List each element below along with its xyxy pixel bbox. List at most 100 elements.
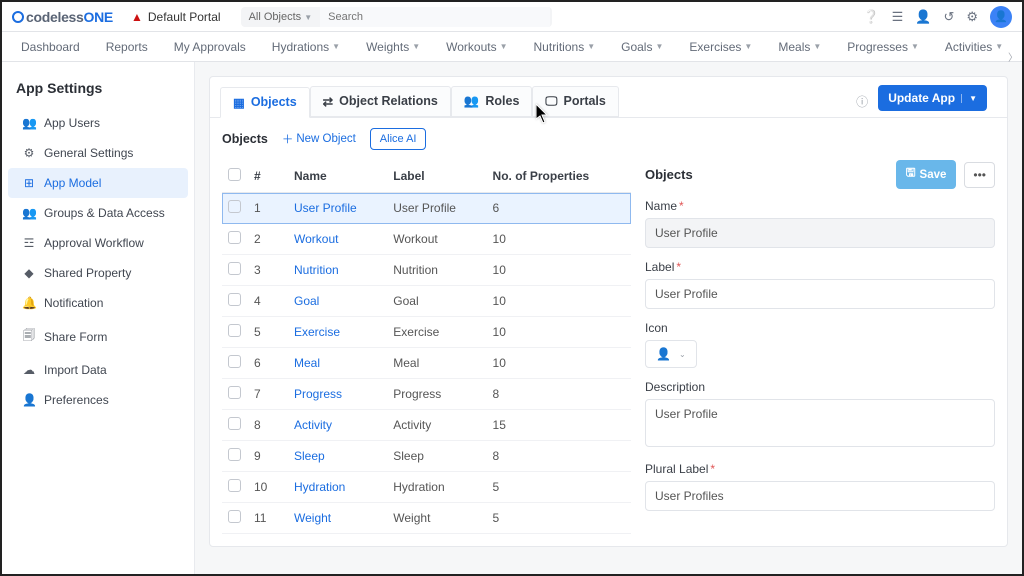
sidebar-item-notification[interactable]: 🔔Notification — [8, 288, 188, 318]
row-number: 3 — [248, 255, 288, 286]
col-number[interactable]: # — [248, 160, 288, 193]
objects-subtitle: Objects — [222, 132, 268, 146]
detail-title: Objects — [645, 167, 693, 182]
col-label[interactable]: Label — [387, 160, 486, 193]
menu-progresses[interactable]: Progresses ▼ — [834, 40, 932, 54]
sidebar-icon: ☁ — [22, 363, 36, 377]
menu-activities[interactable]: Activities ▼ — [932, 40, 1016, 54]
sidebar-item-import-data[interactable]: ☁Import Data — [8, 355, 188, 385]
name-field[interactable] — [645, 218, 995, 248]
row-checkbox[interactable] — [228, 293, 241, 306]
table-row[interactable]: 7ProgressProgress8 — [222, 379, 631, 410]
row-name-link[interactable]: Weight — [288, 503, 387, 534]
tab-object-relations[interactable]: ⇄Object Relations — [310, 86, 451, 117]
search-input[interactable] — [320, 7, 550, 27]
row-checkbox[interactable] — [228, 417, 241, 430]
sidebar-item-shared-property[interactable]: ◆Shared Property — [8, 258, 188, 288]
row-checkbox[interactable] — [228, 355, 241, 368]
sidebar-item-groups-data-access[interactable]: 👥Groups & Data Access — [8, 198, 188, 228]
table-row[interactable]: 9SleepSleep8 — [222, 441, 631, 472]
menu-weights[interactable]: Weights ▼ — [353, 40, 433, 54]
sidebar-icon: ◆ — [22, 266, 36, 280]
row-name-link[interactable]: Exercise — [288, 317, 387, 348]
table-row[interactable]: 8ActivityActivity15 — [222, 410, 631, 441]
menu-exercises[interactable]: Exercises ▼ — [676, 40, 765, 54]
chevron-down-icon: ▼ — [655, 42, 663, 51]
row-name-link[interactable]: Goal — [288, 286, 387, 317]
row-checkbox[interactable] — [228, 324, 241, 337]
brand-text-2: ONE — [84, 9, 113, 25]
row-name-link[interactable]: Hydration — [288, 472, 387, 503]
table-row[interactable]: 4GoalGoal10 — [222, 286, 631, 317]
row-name-link[interactable]: Nutrition — [288, 255, 387, 286]
row-props: 10 — [487, 348, 631, 379]
plural-field[interactable] — [645, 481, 995, 511]
history-icon[interactable]: ↺ — [943, 9, 954, 25]
brand-logo[interactable]: codelessONE — [12, 9, 113, 25]
menu-meals[interactable]: Meals ▼ — [765, 40, 834, 54]
label-field[interactable] — [645, 279, 995, 309]
menubar-scroll-right[interactable]: 〉 — [1008, 49, 1018, 64]
tab-portals[interactable]: 🖵Portals — [532, 86, 618, 117]
row-name-link[interactable]: User Profile — [288, 193, 387, 224]
table-row[interactable]: 2WorkoutWorkout10 — [222, 224, 631, 255]
icon-selector[interactable]: 👤⌄ — [645, 340, 697, 368]
menu-hydrations[interactable]: Hydrations ▼ — [259, 40, 353, 54]
menu-goals[interactable]: Goals ▼ — [608, 40, 676, 54]
row-name-link[interactable]: Meal — [288, 348, 387, 379]
settings-icon[interactable]: ⚙ — [966, 9, 978, 25]
row-name-link[interactable]: Activity — [288, 410, 387, 441]
stack-icon[interactable]: ☰ — [892, 9, 904, 25]
save-button[interactable]: 🖫Save — [896, 160, 957, 189]
row-checkbox[interactable] — [228, 386, 241, 399]
col-props[interactable]: No. of Properties — [487, 160, 631, 193]
table-row[interactable]: 10HydrationHydration5 — [222, 472, 631, 503]
sidebar-item-label: App Model — [44, 176, 101, 190]
sidebar-item-app-model[interactable]: ⊞App Model — [8, 168, 188, 198]
row-number: 8 — [248, 410, 288, 441]
row-name-link[interactable]: Workout — [288, 224, 387, 255]
menu-dashboard[interactable]: Dashboard — [8, 40, 93, 54]
more-actions-button[interactable]: ••• — [964, 162, 995, 188]
row-name-link[interactable]: Sleep — [288, 441, 387, 472]
row-checkbox[interactable] — [228, 262, 241, 275]
menu-reports[interactable]: Reports — [93, 40, 161, 54]
row-label: Goal — [387, 286, 486, 317]
menu-workouts[interactable]: Workouts ▼ — [433, 40, 520, 54]
row-checkbox[interactable] — [228, 200, 241, 213]
row-checkbox[interactable] — [228, 231, 241, 244]
tab-roles[interactable]: 👥Roles — [451, 86, 533, 117]
search-scope-dropdown[interactable]: All Objects ▼ — [241, 7, 321, 27]
row-checkbox[interactable] — [228, 448, 241, 461]
portal-selector[interactable]: ▲ Default Portal — [131, 10, 221, 24]
col-name[interactable]: Name — [288, 160, 387, 193]
help-icon[interactable]: ❔ — [863, 9, 879, 25]
sidebar-item-share-form[interactable]: 🗐Share Form — [8, 318, 188, 355]
sidebar-item-general-settings[interactable]: ⚙General Settings — [8, 138, 188, 168]
tab-icon: ⇄ — [323, 94, 333, 109]
alice-ai-button[interactable]: Alice AI — [370, 128, 427, 150]
table-row[interactable]: 3NutritionNutrition10 — [222, 255, 631, 286]
menu-my approvals[interactable]: My Approvals — [161, 40, 259, 54]
new-object-link[interactable]: ＋New Object — [282, 131, 356, 147]
avatar[interactable]: 👤 — [990, 6, 1012, 28]
menu-nutritions[interactable]: Nutritions ▼ — [521, 40, 609, 54]
tab-objects[interactable]: ▦Objects — [220, 87, 310, 118]
update-app-button[interactable]: Update App▼ — [878, 85, 987, 111]
row-number: 11 — [248, 503, 288, 534]
table-row[interactable]: 5ExerciseExercise10 — [222, 317, 631, 348]
info-icon[interactable]: ⓘ — [856, 93, 868, 110]
row-checkbox[interactable] — [228, 479, 241, 492]
sidebar-item-preferences[interactable]: 👤Preferences — [8, 385, 188, 415]
table-row[interactable]: 1User ProfileUser Profile6 — [222, 193, 631, 224]
description-field[interactable]: User Profile — [645, 399, 995, 447]
user-add-icon[interactable]: 👤 — [915, 9, 931, 25]
sidebar-item-app-users[interactable]: 👥App Users — [8, 108, 188, 138]
row-checkbox[interactable] — [228, 510, 241, 523]
table-row[interactable]: 11WeightWeight5 — [222, 503, 631, 534]
table-row[interactable]: 6MealMeal10 — [222, 348, 631, 379]
person-icon: 👤 — [656, 347, 671, 361]
select-all-checkbox[interactable] — [228, 168, 241, 181]
sidebar-item-approval-workflow[interactable]: ☲Approval Workflow — [8, 228, 188, 258]
row-name-link[interactable]: Progress — [288, 379, 387, 410]
